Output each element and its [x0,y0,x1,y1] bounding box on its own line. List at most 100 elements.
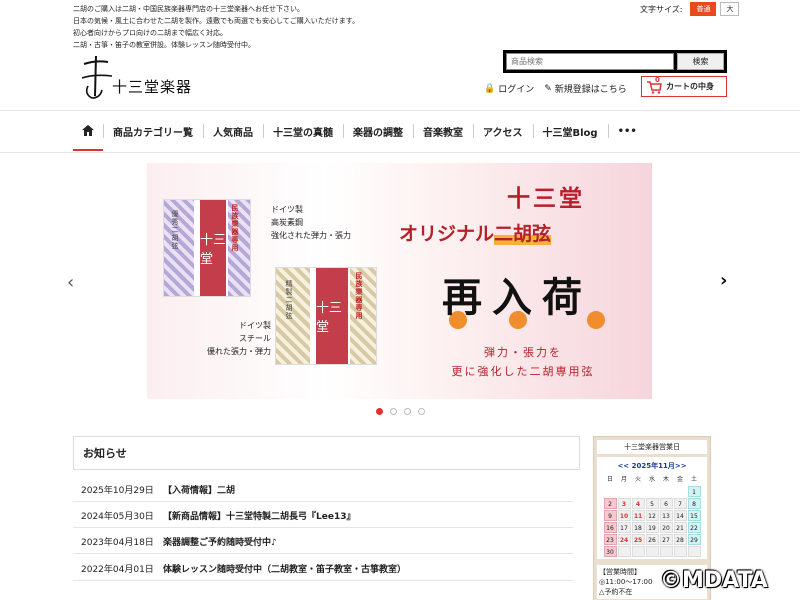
calendar-day: 24 [617,534,631,545]
banner-label-bottom: ドイツ製 スチール 優れた張力・弾力 [207,319,271,358]
slider-dot[interactable] [390,408,397,415]
slider-dot[interactable] [418,408,425,415]
news-date: 2023年04月18日 [81,537,154,548]
nav-item-blog[interactable]: 十三堂Blog [532,111,608,151]
calendar-body: << 2025年11月>> 日 月 火 水 木 金 土 1 2 3 4 5 6 … [597,457,707,559]
calendar-day: 11 [631,510,645,521]
nav-bottom-border [0,152,800,153]
calendar-day: 14 [673,510,687,521]
register-link[interactable]: ✎ 新規登録はこちら [544,82,627,96]
calendar-day [659,546,673,557]
slider-dots [376,408,425,415]
news-item[interactable]: 2024年05月30日 【新商品情報】十三堂特製二胡長弓『Lee13』 [73,503,573,528]
user-links: 🔒 ログイン ✎ 新規登録はこちら [484,82,627,96]
news-date: 2022年04月01日 [81,564,154,575]
calendar-day [617,546,631,557]
product-pack-gold: 十三堂 精製二胡弦 民族樂器専用 [275,267,377,365]
banner-subtitle: 弾力・張力を 更に強化した二胡専用弦 [423,343,623,381]
calendar-day [687,546,701,557]
nav-item-adjustment[interactable]: 楽器の調整 [343,111,413,151]
nav-item-access[interactable]: アクセス [473,111,533,151]
font-size-switcher: 文字サイズ: 普通 大 [640,2,740,16]
banner-title-highlight: 二胡弦 [494,223,552,245]
calendar-day: 10 [617,510,631,521]
main-nav: 商品カテゴリー覧 人気商品 十三堂の真髄 楽器の調整 音楽教室 アクセス 十三堂… [73,111,647,151]
lock-icon: 🔒 [484,83,496,94]
search-input[interactable] [506,53,674,70]
calendar-day: 19 [645,522,659,533]
calendar-day [673,546,687,557]
weekday: 木 [662,476,669,483]
calendar-day [674,486,687,497]
weekday: 土 [690,476,697,483]
calendar-day [631,546,645,557]
weekday: 水 [648,476,655,483]
banner-subtitle-line: 更に強化した二胡専用弦 [451,365,595,378]
nav-home[interactable] [73,111,103,151]
news-title[interactable]: 【新商品情報】十三堂特製二胡長弓『Lee13』 [163,509,355,522]
font-size-normal-button[interactable]: 普通 [690,2,717,16]
news-item[interactable]: 2022年04月01日 体験レッスン随時受付中（二胡教室・笛子教室・古箏教室） [73,556,573,581]
slider-dot[interactable] [376,408,383,415]
calendar-day: 22 [687,522,701,533]
calendar-title: 十三堂楽器営業日 [597,440,707,454]
chevron-left-icon[interactable]: ‹ [67,272,74,293]
site-logo[interactable]: 十三堂楽器 [78,52,191,102]
calendar-day: 6 [659,498,673,509]
header-note: 二胡のご購入は二胡・中国民族楽器専門店の十三堂楽器へお任せ下さい。 [73,5,304,13]
nav-item-popular[interactable]: 人気商品 [203,111,263,151]
calendar-day: 27 [659,534,673,545]
calendar-day: 21 [673,522,687,533]
calendar-day [604,486,617,497]
news-item[interactable]: 2023年04月18日 楽器調整ご予約随時受付中♪ [73,529,573,554]
news-date: 2025年10月29日 [81,485,154,496]
calendar-day: 3 [617,498,631,509]
header-note: 初心者向けからプロ向けの二胡まで幅広く対応。 [73,29,227,37]
cart-button[interactable]: 0 カートの中身 [641,76,727,97]
calendar-day [660,486,673,497]
watermark: ©MDATA [660,568,768,593]
calendar-day [646,486,659,497]
weekday: 金 [676,476,683,483]
register-label: 新規登録はこちら [554,85,627,95]
banner-label-line: 強化された弾力・張力 [271,231,351,240]
pack-vertical-label: 優秀二胡弦 [171,210,179,250]
calendar-day: 30 [603,546,617,557]
calendar-day: 17 [617,522,631,533]
news-item[interactable]: 2025年10月29日 【入荷情報】二胡 [73,477,573,502]
nav-item-essence[interactable]: 十三堂の真髄 [263,111,343,151]
calendar-day [618,486,631,497]
pack-band: 十三堂 [316,268,348,364]
login-link[interactable]: 🔒 ログイン [484,82,534,96]
banner-label-line: ドイツ製 [239,321,271,330]
calendar-day: 8 [687,498,701,509]
calendar-day: 26 [645,534,659,545]
chevron-right-icon[interactable]: › [720,270,727,291]
calendar-day: 25 [631,534,645,545]
weekday: 日 [606,476,613,483]
news-title[interactable]: 楽器調整ご予約随時受付中♪ [163,535,277,548]
banner-label-line: 高炭素鋼 [271,218,303,227]
calendar-day: 4 [631,498,645,509]
calendar-day: 29 [687,534,701,545]
news-title[interactable]: 【入荷情報】二胡 [163,483,235,496]
hero-banner[interactable]: 十三堂 優秀二胡弦 民族樂器専用 十三堂 精製二胡弦 民族樂器専用 ドイツ製 高… [147,163,652,399]
pack-vertical-label: 精製二胡弦 [285,280,293,320]
banner-title-prefix: オリジナル [399,223,495,245]
calendar-day: 15 [687,510,701,521]
pack-side-label: 民族樂器専用 [231,204,240,252]
search-button[interactable]: 検索 [677,53,724,70]
nav-more-button[interactable]: ••• [607,111,647,151]
news-date: 2024年05月30日 [81,511,154,522]
slider-dot[interactable] [404,408,411,415]
pencil-icon: ✎ [544,83,552,94]
news-heading: お知らせ [73,436,580,470]
news-title[interactable]: 体験レッスン随時受付中（二胡教室・笛子教室・古箏教室） [163,562,406,575]
nav-item-categories[interactable]: 商品カテゴリー覧 [103,111,203,151]
pack-text: 十三堂 [200,233,227,267]
calendar-day [632,486,645,497]
nav-item-school[interactable]: 音楽教室 [413,111,473,151]
calendar-day: 5 [645,498,659,509]
calendar-month-nav[interactable]: << 2025年11月>> [599,461,705,471]
font-size-large-button[interactable]: 大 [720,2,740,16]
